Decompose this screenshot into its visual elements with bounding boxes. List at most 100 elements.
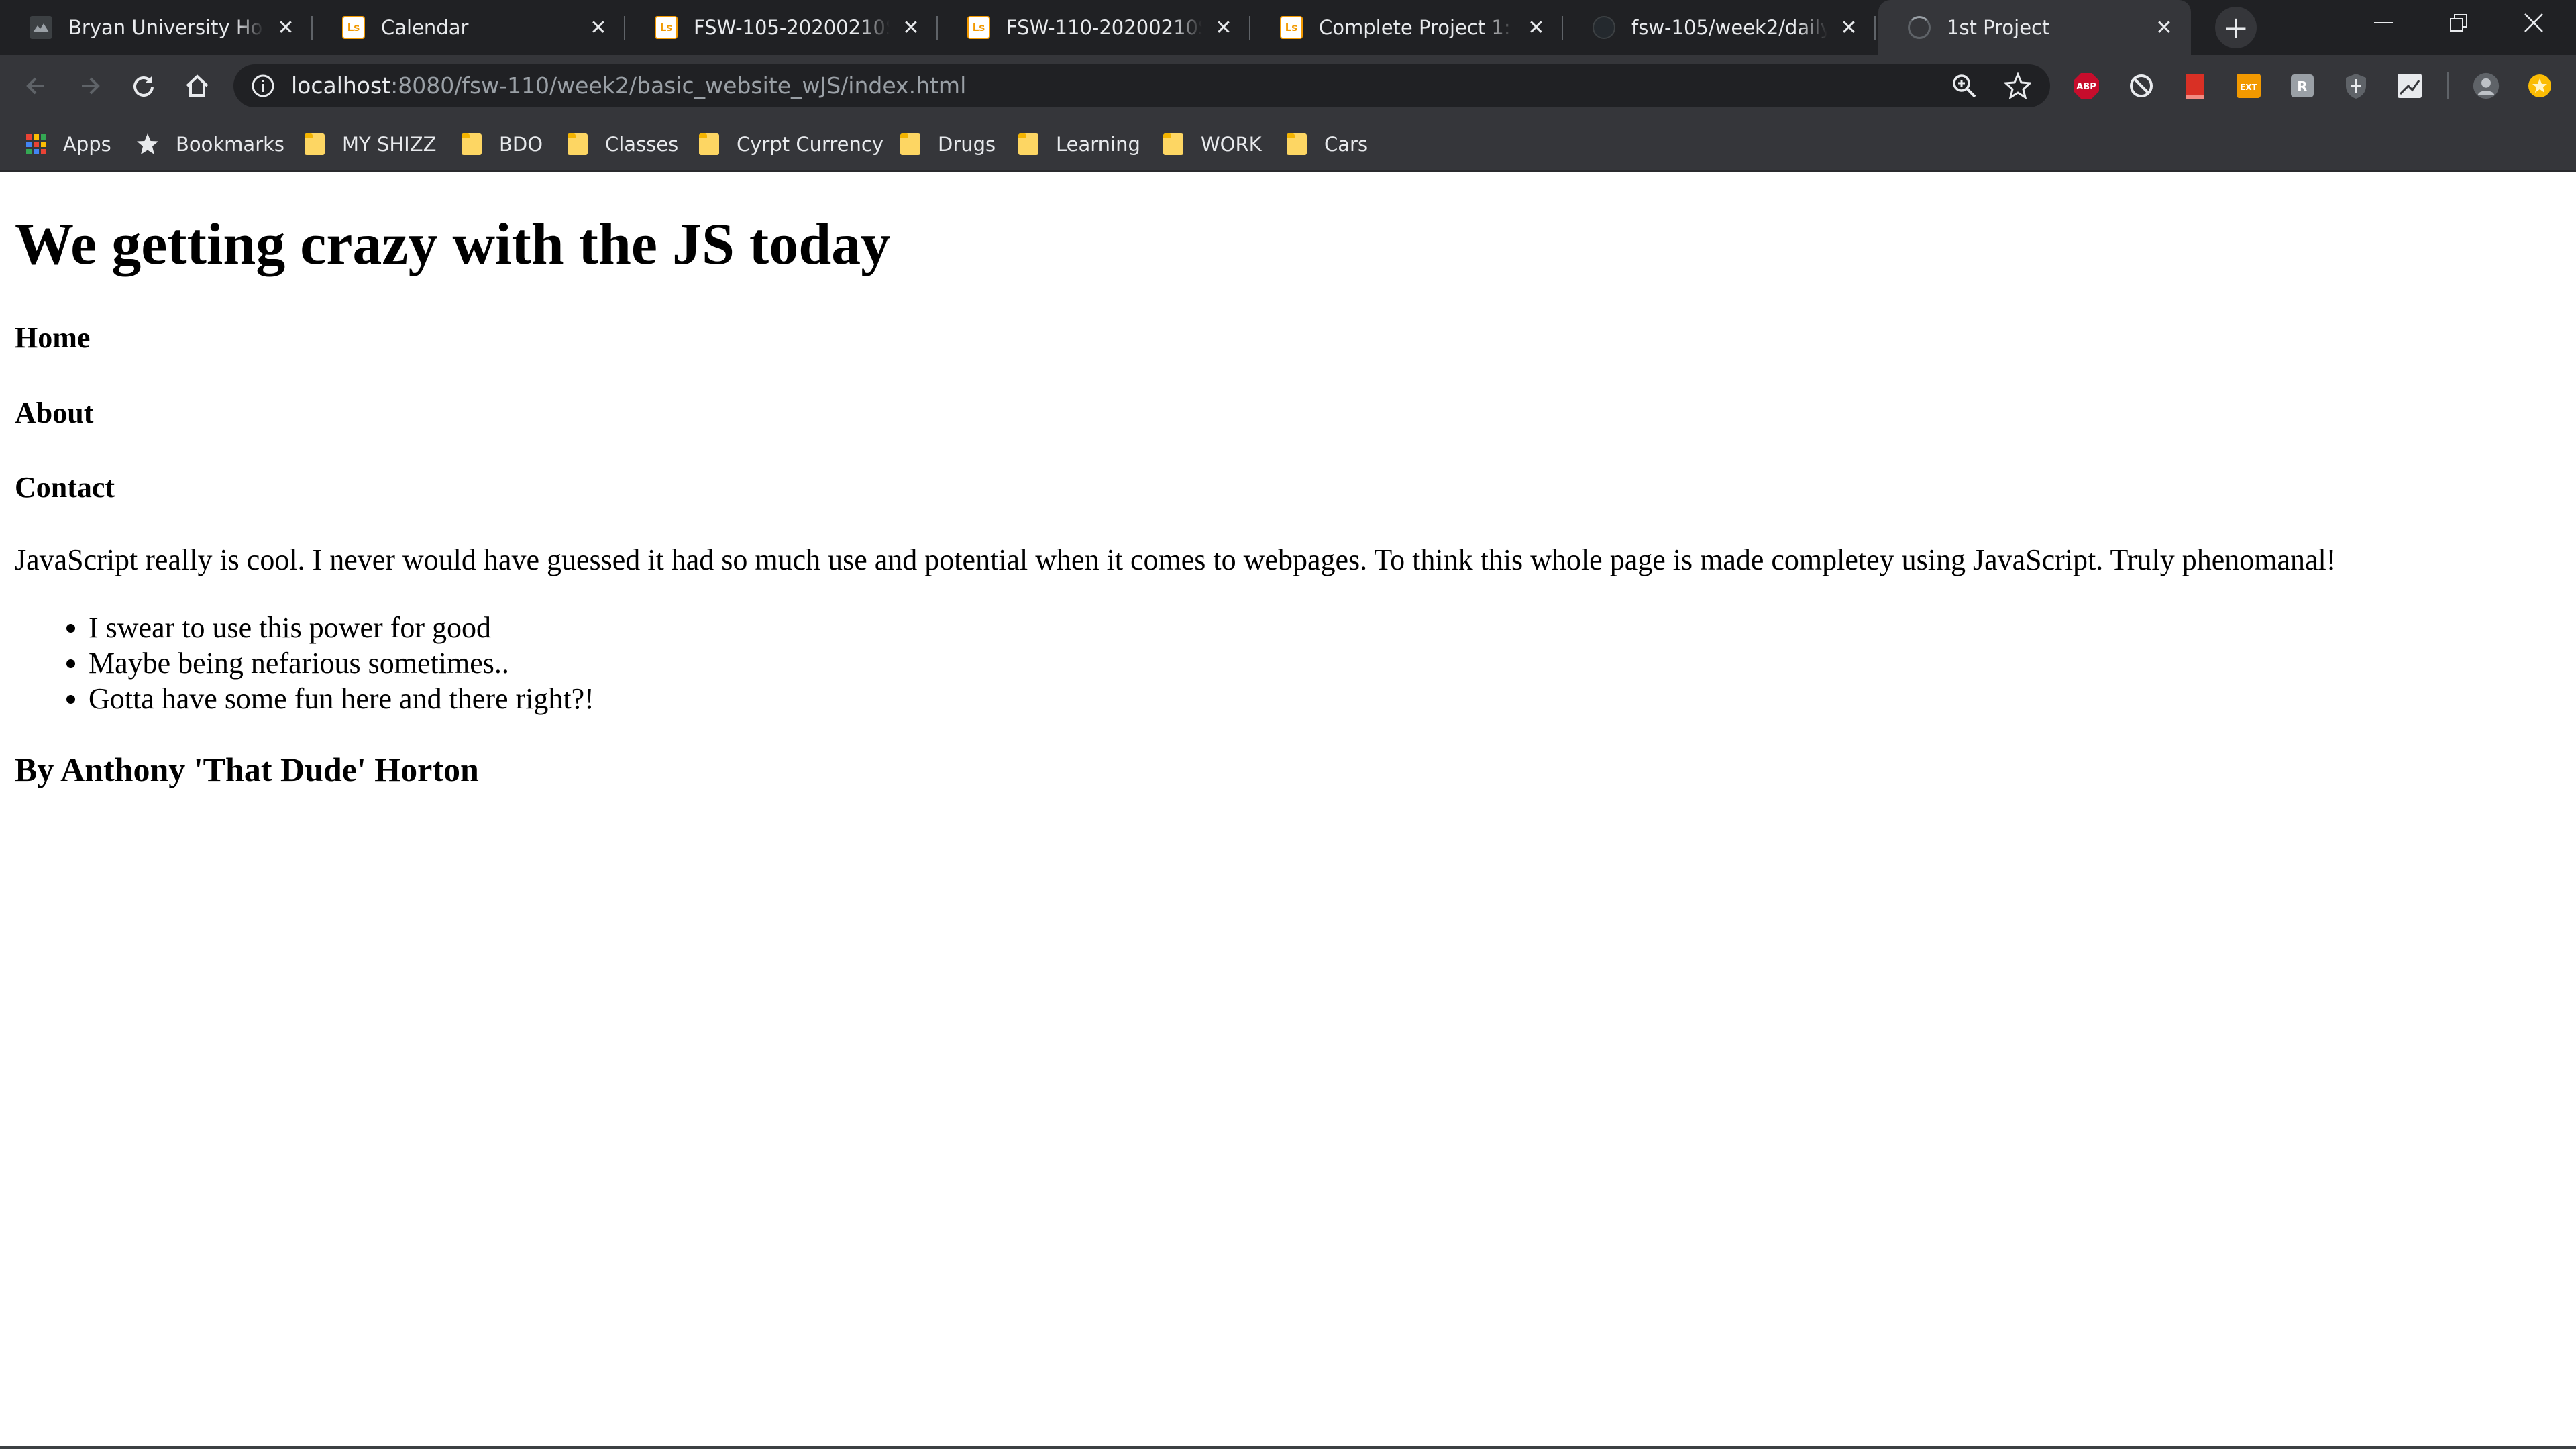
reload-button[interactable] — [123, 66, 164, 106]
close-icon[interactable]: ✕ — [272, 14, 299, 41]
close-icon[interactable]: ✕ — [1835, 14, 1862, 41]
bookmarks-bar: Apps Bookmarks MY SHIZZ BDO Classes Cyrp… — [0, 117, 2576, 172]
tab-github-daily[interactable]: fsw-105/week2/daily_p ✕ — [1563, 0, 1876, 55]
bookmark-label: Cars — [1324, 133, 1368, 156]
bookmark-folder-bdo[interactable]: BDO — [462, 117, 543, 172]
block-extension-icon[interactable] — [2128, 72, 2155, 99]
lms-icon: Ls — [655, 16, 678, 39]
zoom-icon[interactable] — [1951, 72, 1978, 99]
intro-paragraph: JavaScript really is cool. I never would… — [15, 543, 2337, 576]
svg-text:R: R — [2297, 78, 2307, 95]
web-page-content: We getting crazy with the JS today Home … — [0, 172, 2576, 1446]
minimize-icon — [2374, 22, 2393, 23]
new-tab-button[interactable]: + — [2215, 7, 2257, 48]
yellow-extension-icon[interactable] — [2526, 72, 2553, 99]
address-bar[interactable]: localhost:8080/fsw-110/week2/basic_websi… — [233, 64, 2050, 107]
tab-1st-project[interactable]: 1st Project ✕ — [1878, 0, 2191, 55]
bookmark-label: Bookmarks — [176, 133, 285, 156]
close-icon[interactable]: ✕ — [2151, 14, 2178, 41]
bookmark-apps[interactable]: Apps — [25, 117, 111, 172]
minimize-button[interactable] — [2346, 0, 2421, 46]
restore-button[interactable] — [2421, 0, 2496, 46]
lms-icon: Ls — [342, 16, 365, 39]
folder-icon — [699, 133, 719, 155]
forward-button[interactable] — [70, 66, 110, 106]
close-icon[interactable]: ✕ — [585, 14, 612, 41]
home-button[interactable] — [177, 66, 217, 106]
back-arrow-icon — [26, 77, 44, 95]
close-icon[interactable]: ✕ — [1210, 14, 1237, 41]
home-icon — [186, 74, 209, 97]
bryan-logo-icon — [30, 16, 52, 39]
profile-avatar-icon[interactable] — [2473, 72, 2500, 99]
window-close-icon — [2524, 13, 2543, 32]
tab-bryan-university[interactable]: Bryan University Home ✕ — [0, 0, 313, 55]
abp-label: ABP — [2076, 82, 2096, 92]
star-icon — [137, 133, 158, 154]
tab-title: Bryan University Home — [68, 16, 264, 39]
bookmark-folder-classes[interactable]: Classes — [568, 117, 678, 172]
bookmark-label: Learning — [1056, 133, 1140, 156]
loading-icon — [1908, 16, 1931, 39]
bookmark-folder-work[interactable]: WORK — [1163, 117, 1262, 172]
bullet-list: I swear to use this power for good Maybe… — [15, 610, 594, 716]
bookmark-folder-drugs[interactable]: Drugs — [900, 117, 996, 172]
bookmark-folder-learning[interactable]: Learning — [1018, 117, 1140, 172]
bookmark-label: Cyrpt Currency — [737, 133, 883, 156]
tab-title: FSW-105-20200210SC8/ — [694, 16, 890, 39]
tab-strip: Bryan University Home ✕ Ls Calendar ✕ Ls… — [0, 0, 2576, 55]
close-icon[interactable]: ✕ — [1523, 14, 1550, 41]
folder-icon — [1018, 133, 1038, 155]
info-icon[interactable] — [251, 74, 275, 98]
folder-icon — [305, 133, 325, 155]
apps-grid-icon — [26, 134, 46, 154]
bookmark-folder-my-shizz[interactable]: MY SHIZZ — [305, 117, 436, 172]
nav-about: About — [15, 396, 94, 429]
tab-calendar[interactable]: Ls Calendar ✕ — [313, 0, 625, 55]
folder-icon — [462, 133, 482, 155]
tab-title: Calendar — [381, 16, 469, 39]
list-item: Maybe being nefarious sometimes.. — [89, 645, 594, 681]
bookmark-label: BDO — [499, 133, 543, 156]
window-close-button[interactable] — [2496, 0, 2571, 46]
red-book-extension-icon[interactable] — [2182, 72, 2208, 99]
url-text[interactable]: localhost:8080/fsw-110/week2/basic_websi… — [291, 64, 966, 107]
folder-icon — [1163, 133, 1183, 155]
restore-icon — [2450, 14, 2467, 32]
list-item: Gotta have some fun here and there right… — [89, 681, 594, 716]
list-item: I swear to use this power for good — [89, 610, 594, 645]
bookmark-label: Apps — [63, 133, 111, 156]
tab-fsw-105[interactable]: Ls FSW-105-20200210SC8/ ✕ — [625, 0, 938, 55]
shield-extension-icon[interactable] — [2343, 72, 2369, 99]
white-extension-icon[interactable] — [2396, 72, 2423, 99]
bookmark-bookmarks[interactable]: Bookmarks — [136, 117, 284, 172]
grey-extension-icon[interactable]: R — [2289, 72, 2316, 99]
url-host: localhost — [291, 72, 391, 99]
tab-title: 1st Project — [1947, 16, 2050, 39]
github-icon — [1593, 16, 1615, 39]
svg-text:EXT: EXT — [2240, 83, 2257, 92]
url-path: :8080/fsw-110/week2/basic_website_wJS/in… — [390, 72, 967, 99]
bookmark-folder-cyrpt-currency[interactable]: Cyrpt Currency — [699, 117, 883, 172]
adblock-plus-icon[interactable]: ABP — [2073, 72, 2100, 99]
bookmark-star-icon[interactable] — [2004, 72, 2031, 99]
reload-icon — [133, 76, 154, 97]
tab-title: Complete Project 1: Cre — [1319, 16, 1515, 39]
page-heading: We getting crazy with the JS today — [15, 212, 891, 277]
bookmark-label: WORK — [1201, 133, 1262, 156]
folder-icon — [900, 133, 920, 155]
back-button[interactable] — [16, 66, 56, 106]
tab-fsw-110[interactable]: Ls FSW-110-20200210SC8/ ✕ — [938, 0, 1250, 55]
bookmark-folder-cars[interactable]: Cars — [1287, 117, 1368, 172]
close-icon[interactable]: ✕ — [898, 14, 924, 41]
tab-separator — [1874, 16, 1876, 40]
nav-contact: Contact — [15, 471, 115, 504]
orange-extension-icon[interactable]: EXT — [2235, 72, 2262, 99]
window-bottom-border — [0, 1446, 2576, 1449]
nav-home: Home — [15, 321, 91, 354]
tab-title: fsw-105/week2/daily_p — [1631, 16, 1827, 39]
toolbar-divider — [2447, 72, 2449, 99]
bookmark-label: MY SHIZZ — [342, 133, 437, 156]
forward-arrow-icon — [82, 77, 100, 95]
tab-complete-project[interactable]: Ls Complete Project 1: Cre ✕ — [1250, 0, 1563, 55]
